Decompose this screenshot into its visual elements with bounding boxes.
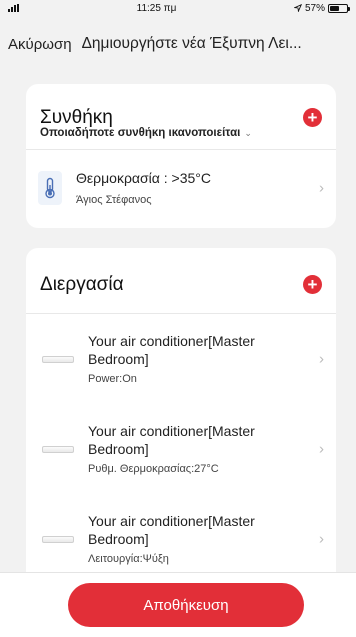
bottom-bar: Αποθήκευση — [0, 572, 356, 637]
battery-level — [330, 5, 340, 11]
process-item-action: Λειτουργία:Ψύξη — [88, 553, 169, 565]
chevron-down-icon: ⌄ — [244, 127, 252, 138]
chevron-right-icon: › — [319, 179, 324, 197]
process-item[interactable]: Your air conditioner[Master Bedroom] Λει… — [26, 494, 336, 584]
location-arrow-icon — [293, 4, 302, 12]
page-title: Δημιουργήστε νέα Έξυπνη Λει... — [81, 35, 302, 52]
condition-title: Συνθήκη — [40, 107, 113, 128]
plus-icon: + — [307, 275, 318, 294]
process-item-device: Your air conditioner[Master Bedroom] — [88, 423, 255, 457]
process-item-action: Ρυθμ. Θερμοκρασίας:27°C — [88, 463, 219, 475]
condition-match-label: Οποιαδήποτε συνθήκη ικανοποιείται — [40, 127, 241, 139]
process-card: Διεργασία + Your air conditioner[Master … — [26, 248, 336, 588]
status-bar: 11:25 πμ 57% — [0, 0, 356, 16]
chevron-right-icon: › — [319, 440, 324, 458]
air-conditioner-icon — [40, 346, 76, 372]
condition-item-label: Θερμοκρασία : >35°C — [76, 170, 211, 187]
battery-percent: 57% — [304, 2, 325, 14]
chevron-right-icon: › — [319, 350, 324, 368]
process-item[interactable]: Your air conditioner[Master Bedroom] Pow… — [26, 314, 336, 404]
process-header: Διεργασία + — [26, 248, 336, 314]
process-item-device: Your air conditioner[Master Bedroom] — [88, 333, 255, 367]
cancel-button[interactable]: Ακύρωση — [8, 36, 72, 53]
add-process-button[interactable]: + — [303, 275, 322, 294]
battery-icon — [328, 3, 350, 13]
process-item[interactable]: Your air conditioner[Master Bedroom] Ρυθ… — [26, 404, 336, 494]
plus-icon: + — [307, 108, 318, 127]
save-button[interactable]: Αποθήκευση — [68, 583, 304, 627]
process-item-action: Power:On — [88, 373, 137, 385]
thermometer-icon — [38, 171, 62, 205]
air-conditioner-icon — [40, 436, 76, 462]
condition-card: Συνθήκη Οποιαδήποτε συνθήκη ικανοποιείτα… — [26, 84, 336, 228]
status-time: 11:25 πμ — [136, 2, 177, 14]
chevron-right-icon: › — [319, 530, 324, 548]
signal-icon — [8, 4, 19, 12]
condition-header: Συνθήκη Οποιαδήποτε συνθήκη ικανοποιείτα… — [26, 84, 336, 150]
process-title: Διεργασία — [40, 274, 124, 295]
condition-item[interactable]: Θερμοκρασία : >35°C Άγιος Στέφανος › — [26, 150, 336, 226]
add-condition-button[interactable]: + — [303, 108, 322, 127]
condition-match-selector[interactable]: Οποιαδήποτε συνθήκη ικανοποιείται ⌄ — [40, 127, 252, 139]
process-item-device: Your air conditioner[Master Bedroom] — [88, 513, 255, 547]
condition-item-location: Άγιος Στέφανος — [76, 193, 152, 206]
air-conditioner-icon — [40, 526, 76, 552]
nav-header: Ακύρωση Δημιουργήστε νέα Έξυπνη Λει... — [0, 16, 356, 72]
